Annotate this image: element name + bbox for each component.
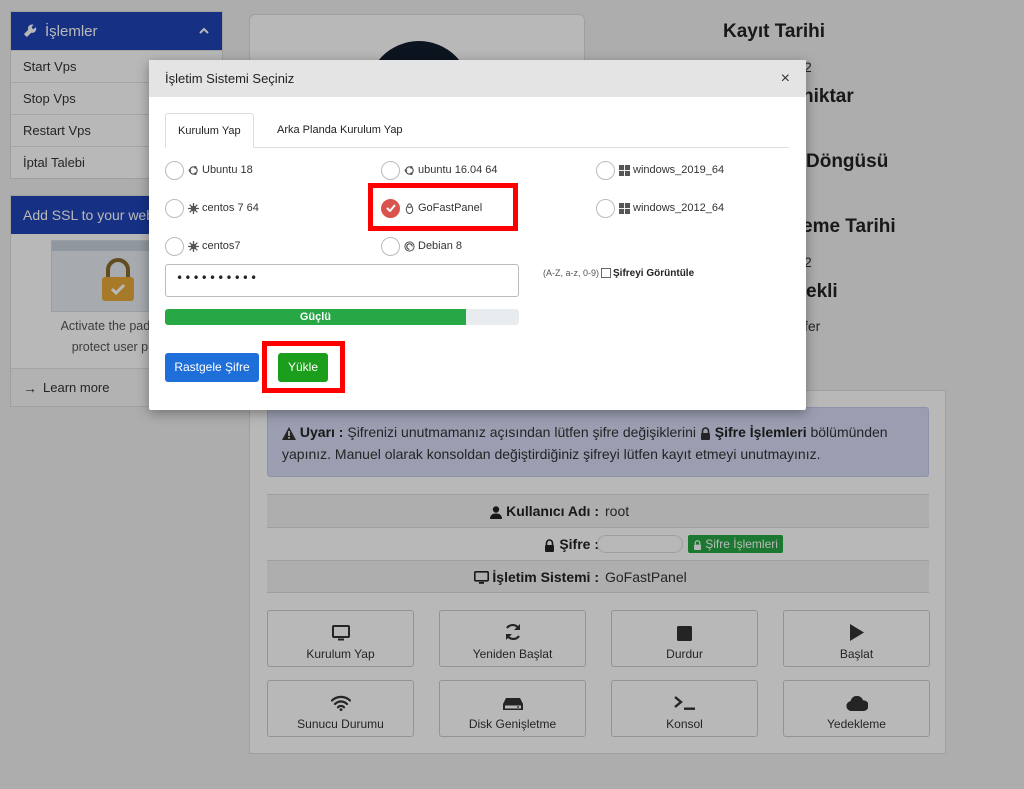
os-option-windows-2019[interactable]: windows_2019_64 <box>596 160 724 180</box>
show-password-checkbox[interactable] <box>601 268 612 278</box>
close-icon[interactable]: × <box>781 70 790 88</box>
os-option-label: Ubuntu 18 <box>202 164 253 176</box>
ubuntu-icon <box>188 165 198 175</box>
os-radio[interactable] <box>165 160 184 180</box>
tab-background-install[interactable]: Arka Planda Kurulum Yap <box>265 113 415 148</box>
centos-icon <box>188 202 199 214</box>
show-password-label: Şifreyi Görüntüle <box>613 267 695 279</box>
modal-tabs: Kurulum Yap Arka Planda Kurulum Yap <box>165 113 789 148</box>
os-option-ubuntu-16[interactable]: ubuntu 16.04 64 <box>381 160 498 180</box>
modal-title: İşletim Sistemi Seçiniz <box>165 71 295 86</box>
install-button[interactable]: Yükle <box>278 353 328 382</box>
os-option-label: Debian 8 <box>418 240 463 252</box>
os-option-centos7[interactable]: centos7 <box>165 236 241 256</box>
os-radio[interactable] <box>596 198 615 218</box>
windows-icon <box>619 202 630 214</box>
os-radio[interactable] <box>165 236 184 256</box>
os-option-ubuntu-18[interactable]: Ubuntu 18 <box>165 160 253 180</box>
os-radio[interactable] <box>596 160 615 180</box>
os-option-label: windows_2012_64 <box>633 202 725 214</box>
os-option-label: ubuntu 16.04 64 <box>418 164 498 176</box>
os-option-label: centos7 <box>202 240 241 252</box>
password-strength-bar: Güçlü <box>165 309 519 325</box>
password-strength-fill: Güçlü <box>165 309 466 325</box>
os-option-windows-2012[interactable]: windows_2012_64 <box>596 198 724 218</box>
os-radio[interactable] <box>165 198 184 218</box>
os-select-modal: İşletim Sistemi Seçiniz × Kurulum Yap Ar… <box>149 60 806 410</box>
centos-icon <box>188 240 199 252</box>
os-radio[interactable] <box>381 160 400 180</box>
tab-install[interactable]: Kurulum Yap <box>165 113 254 148</box>
os-option-centos-7-64[interactable]: centos 7 64 <box>165 198 259 218</box>
os-option-label: windows_2019_64 <box>633 164 725 176</box>
windows-icon <box>619 164 630 176</box>
highlight-gofastpanel <box>368 183 518 231</box>
random-password-button[interactable]: Rastgele Şifre <box>165 353 259 382</box>
password-hint: (A-Z, a-z, 0-9) Şifreyi Görüntüle <box>543 264 694 282</box>
ubuntu-icon <box>404 165 414 175</box>
password-input[interactable]: •••••••••• <box>165 264 519 297</box>
modal-header: İşletim Sistemi Seçiniz × <box>149 60 806 97</box>
debian-icon <box>404 240 415 252</box>
os-option-debian-8[interactable]: Debian 8 <box>381 236 462 256</box>
os-option-label: centos 7 64 <box>202 202 259 214</box>
password-hint-text: (A-Z, a-z, 0-9) <box>543 268 600 278</box>
os-radio[interactable] <box>381 236 400 256</box>
